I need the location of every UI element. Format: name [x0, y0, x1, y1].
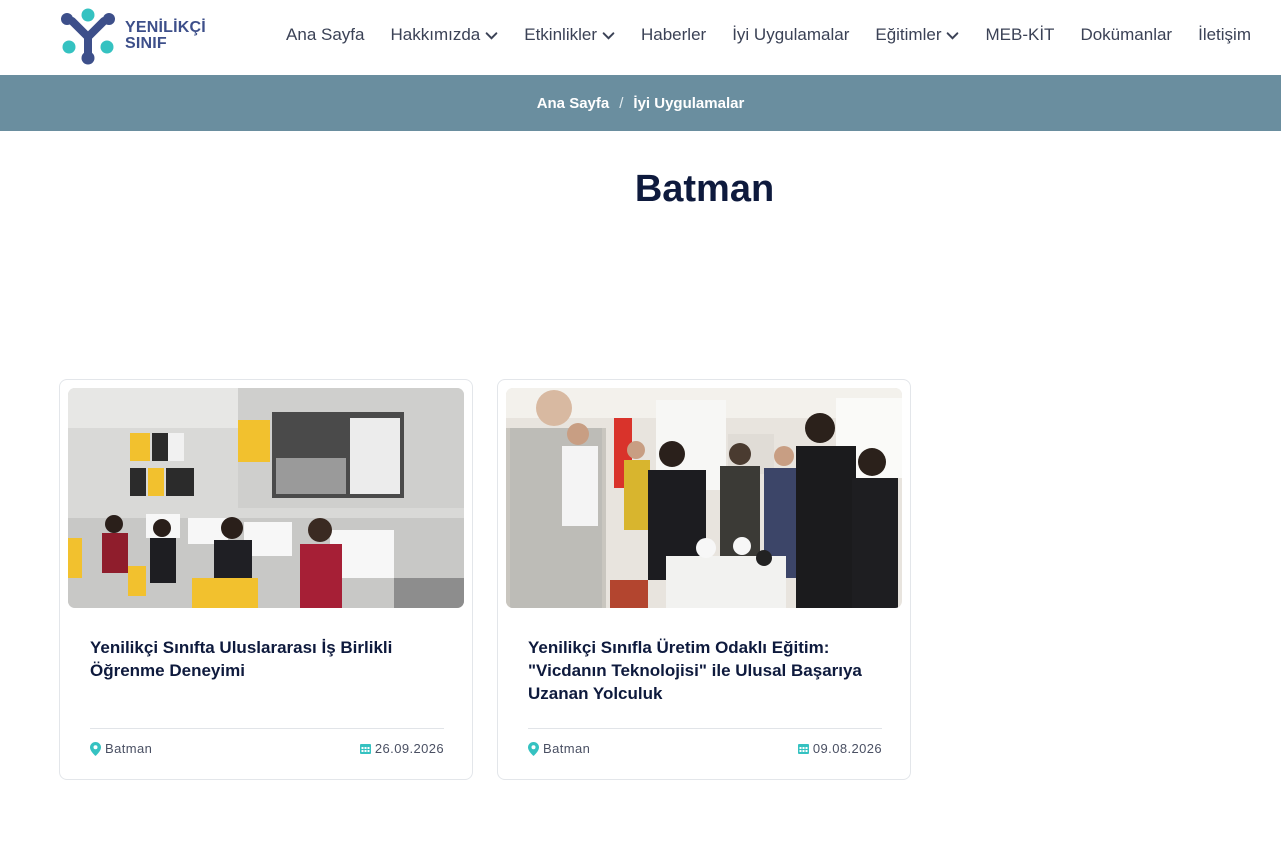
- nav-label: Etkinlikler: [524, 25, 597, 44]
- logo-wordmark: YENİLİKÇİ SINIF: [125, 20, 206, 52]
- robotics-event-photo: [506, 388, 902, 608]
- card-title[interactable]: Yenilikçi Sınıfta Uluslararası İş Birlik…: [90, 636, 430, 682]
- date-text: 09.08.2026: [812, 741, 882, 756]
- card-date: 09.08.2026: [797, 741, 882, 756]
- nav-label: Dokümanlar: [1080, 25, 1173, 44]
- nav-label: Eğitimler: [875, 25, 942, 44]
- date-text: 26.09.2026: [374, 741, 444, 756]
- chevron-down-icon: [485, 31, 498, 40]
- calendar-icon: [359, 744, 371, 754]
- nav-label: Ana Sayfa: [286, 25, 365, 44]
- card-title[interactable]: Yenilikçi Sınıfla Üretim Odaklı Eğitim: …: [528, 636, 868, 705]
- card-date: 26.09.2026: [359, 741, 444, 756]
- site-header: YENİLİKÇİ SINIF Ana Sayfa Hakkımızda Etk…: [0, 0, 1281, 75]
- breadcrumb: Ana Sayfa / İyi Uygulamalar: [0, 75, 1281, 131]
- nav-label: Haberler: [641, 25, 707, 44]
- card-image[interactable]: [506, 388, 902, 608]
- nav-item-haberler[interactable]: Haberler: [641, 25, 706, 45]
- card-location: Batman: [528, 741, 590, 756]
- logo-line-1: YENİLİKÇİ: [125, 19, 206, 36]
- chevron-down-icon: [602, 31, 615, 40]
- card-divider: [528, 728, 882, 729]
- nav-item-etkinlikler[interactable]: Etkinlikler: [524, 25, 615, 45]
- map-pin-icon: [528, 741, 539, 756]
- card-location: Batman: [90, 741, 152, 756]
- location-text: Batman: [105, 741, 153, 756]
- nav-item-meb-kit[interactable]: MEB-KİT: [985, 25, 1054, 45]
- practice-card[interactable]: Yenilikçi Sınıfta Uluslararası İş Birlik…: [59, 379, 473, 780]
- logo-mark-icon: [61, 8, 115, 65]
- nav-label: MEB-KİT: [985, 25, 1055, 44]
- card-image[interactable]: [68, 388, 464, 608]
- site-logo[interactable]: YENİLİKÇİ SINIF: [60, 6, 210, 66]
- nav-label: İletişim: [1198, 25, 1251, 44]
- classroom-computers-photo: [68, 388, 464, 608]
- practice-card[interactable]: Yenilikçi Sınıfla Üretim Odaklı Eğitim: …: [497, 379, 911, 780]
- nav-item-ana-sayfa[interactable]: Ana Sayfa: [286, 25, 364, 45]
- map-pin-icon: [90, 741, 101, 756]
- logo-line-2: SINIF: [125, 35, 167, 52]
- nav-item-iletisim[interactable]: İletişim: [1198, 25, 1251, 45]
- nav-item-dokumanlar[interactable]: Dokümanlar: [1080, 25, 1172, 45]
- chevron-down-icon: [947, 31, 959, 40]
- location-text: Batman: [543, 741, 591, 756]
- calendar-icon: [797, 744, 809, 754]
- nav-item-egitimler[interactable]: Eğitimler: [875, 25, 959, 45]
- breadcrumb-separator: /: [619, 94, 624, 112]
- nav-label: İyi Uygulamalar: [732, 25, 850, 44]
- card-divider: [90, 728, 444, 729]
- nav-item-hakkimizda[interactable]: Hakkımızda: [391, 25, 499, 45]
- nav-label: Hakkımızda: [390, 25, 481, 44]
- main-nav: Ana Sayfa Hakkımızda Etkinlikler Haberle…: [286, 23, 1251, 47]
- breadcrumb-home-link[interactable]: Ana Sayfa: [537, 95, 610, 112]
- page-title: Batman: [634, 168, 775, 210]
- breadcrumb-current: İyi Uygulamalar: [633, 94, 745, 112]
- nav-item-iyi-uygulamalar[interactable]: İyi Uygulamalar: [732, 25, 849, 45]
